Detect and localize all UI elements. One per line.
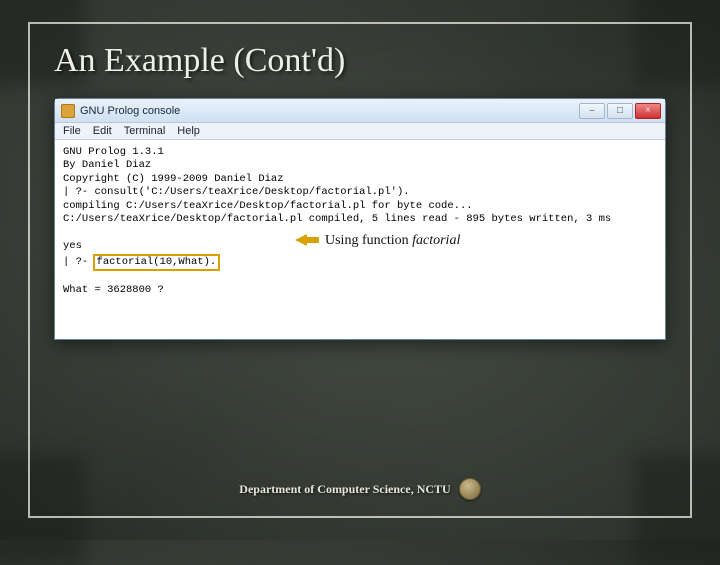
console-line: By Daniel Diaz	[63, 159, 151, 171]
footer-text: Department of Computer Science, NCTU	[239, 482, 450, 497]
annotation: Using function factorial	[295, 232, 460, 250]
annotation-prefix: Using function	[325, 233, 412, 248]
arrow-left-icon	[295, 232, 319, 248]
console-line: | ?- consult('C:/Users/teaXrice/Desktop/…	[63, 186, 410, 198]
console-line: C:/Users/teaXrice/Desktop/factorial.pl c…	[63, 213, 611, 225]
console-query-prefix: | ?-	[63, 256, 95, 268]
close-button[interactable]: ×	[635, 103, 661, 119]
annotation-emph: factorial	[412, 233, 460, 248]
minimize-button[interactable]: –	[579, 103, 605, 119]
console-line: compiling C:/Users/teaXrice/Desktop/fact…	[63, 200, 473, 212]
console-window: GNU Prolog console – □ × File Edit Termi…	[54, 98, 666, 340]
slide-title: An Example (Cont'd)	[54, 42, 666, 80]
slide-frame: An Example (Cont'd) GNU Prolog console –…	[28, 22, 692, 518]
console-line: GNU Prolog 1.3.1	[63, 146, 164, 158]
console-body: GNU Prolog 1.3.1 By Daniel Diaz Copyrigh…	[55, 140, 665, 339]
highlighted-query: factorial(10,What).	[93, 254, 221, 271]
window-title: GNU Prolog console	[80, 105, 574, 117]
menu-edit[interactable]: Edit	[93, 125, 112, 137]
console-yes: yes	[63, 240, 82, 252]
window-controls: – □ ×	[579, 103, 661, 119]
maximize-button[interactable]: □	[607, 103, 633, 119]
menu-terminal[interactable]: Terminal	[124, 125, 166, 137]
slide-footer: Department of Computer Science, NCTU	[54, 478, 666, 502]
menu-file[interactable]: File	[63, 125, 81, 137]
app-icon	[61, 104, 75, 118]
window-titlebar[interactable]: GNU Prolog console – □ ×	[55, 99, 665, 123]
menu-help[interactable]: Help	[177, 125, 200, 137]
annotation-text: Using function factorial	[325, 232, 460, 250]
university-seal-icon	[459, 478, 481, 500]
console-result: What = 3628800 ?	[63, 284, 164, 296]
menubar: File Edit Terminal Help	[55, 123, 665, 140]
console-line: Copyright (C) 1999-2009 Daniel Diaz	[63, 173, 284, 185]
